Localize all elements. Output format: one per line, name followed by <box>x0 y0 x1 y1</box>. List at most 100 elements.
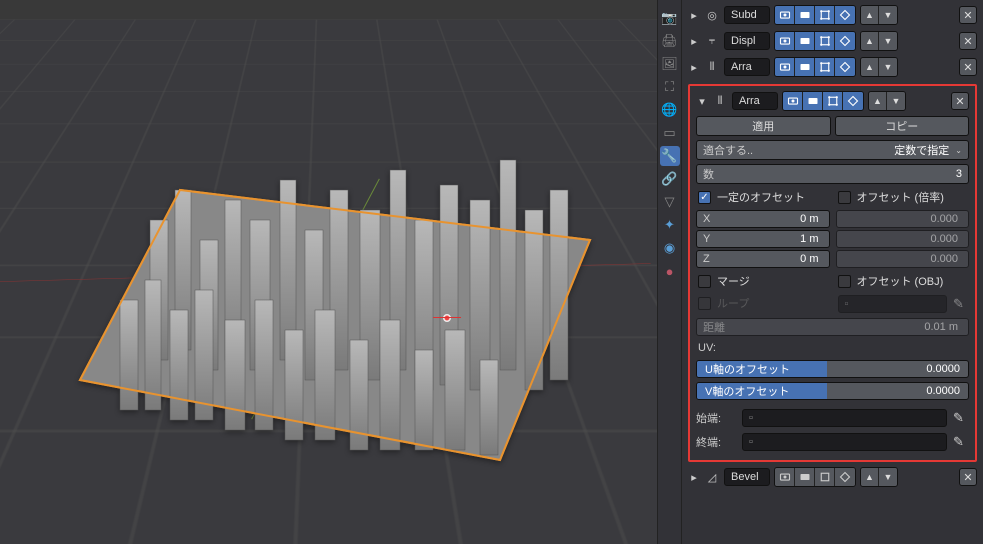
tab-modifiers[interactable]: 🔧 <box>660 146 680 166</box>
modifier-row-subd: ▸ ◎ Subd ▲ ▼ ✕ <box>688 4 977 26</box>
move-up[interactable]: ▲ <box>861 468 879 486</box>
reorder-arrows: ▲ ▼ <box>860 57 898 77</box>
reorder-arrows: ▲ ▼ <box>860 5 898 25</box>
move-down[interactable]: ▼ <box>879 58 897 76</box>
toggle-editmode[interactable] <box>815 32 835 50</box>
rel-offset-z-field[interactable]: 0.000 <box>836 250 970 268</box>
delete-modifier[interactable]: ✕ <box>951 92 969 110</box>
v-offset-slider[interactable]: V軸のオフセット 0.0000 <box>696 382 969 400</box>
toggle-render[interactable] <box>775 58 795 76</box>
move-up[interactable]: ▲ <box>861 58 879 76</box>
tab-scene[interactable]: ⛶ <box>660 77 680 97</box>
tab-physics[interactable]: ◉ <box>660 238 680 258</box>
expand-toggle[interactable]: ▸ <box>688 471 700 484</box>
delete-modifier[interactable]: ✕ <box>959 6 977 24</box>
toggle-render[interactable] <box>775 32 795 50</box>
delete-modifier[interactable]: ✕ <box>959 58 977 76</box>
expand-toggle[interactable]: ▸ <box>688 61 700 74</box>
move-down[interactable]: ▼ <box>887 92 905 110</box>
toggle-viewport[interactable] <box>795 58 815 76</box>
toggle-viewport[interactable] <box>795 468 815 486</box>
move-up[interactable]: ▲ <box>861 32 879 50</box>
u-offset-slider[interactable]: U軸のオフセット 0.0000 <box>696 360 969 378</box>
tab-object-data[interactable]: ▽ <box>660 192 680 212</box>
fit-value: 定数で指定 <box>753 142 949 158</box>
toggle-render[interactable] <box>783 92 803 110</box>
expand-toggle[interactable]: ▸ <box>688 9 700 22</box>
mesh-object[interactable] <box>60 100 620 480</box>
toggle-viewport[interactable] <box>795 6 815 24</box>
properties-panel: ▸ ◎ Subd ▲ ▼ ✕ ▸ ⫧ Displ ▲ ▼ ✕ <box>681 0 983 544</box>
toggle-cage[interactable] <box>835 6 855 24</box>
toggle-editmode[interactable] <box>815 468 835 486</box>
expand-toggle[interactable]: ▸ <box>688 35 700 48</box>
move-up[interactable]: ▲ <box>861 6 879 24</box>
tab-output[interactable]: 🖨 <box>660 31 680 51</box>
reorder-arrows: ▲ ▼ <box>868 91 906 111</box>
toggle-editmode[interactable] <box>815 58 835 76</box>
modifier-name-input[interactable]: Arra <box>732 92 778 110</box>
constant-offset-label: 一定のオフセット <box>717 189 805 205</box>
relative-offset-checkbox[interactable] <box>838 191 851 204</box>
rel-offset-y-field[interactable]: 0.000 <box>836 230 970 248</box>
toggle-cage[interactable] <box>835 468 855 486</box>
merge-checkbox[interactable] <box>698 275 711 288</box>
start-cap-field[interactable]: ▫ <box>742 409 947 427</box>
tab-world[interactable]: 🌐 <box>660 100 680 120</box>
modifier-name-input[interactable]: Arra <box>724 58 770 76</box>
merge-distance-field[interactable]: 距離 0.01 m <box>696 318 969 336</box>
move-down[interactable]: ▼ <box>879 32 897 50</box>
visibility-toggles <box>774 467 856 487</box>
merge-label: マージ <box>717 273 750 289</box>
tab-material[interactable]: ● <box>660 261 680 281</box>
toggle-cage[interactable] <box>835 32 855 50</box>
eyedropper-icon[interactable]: ✎ <box>953 296 969 312</box>
tab-render[interactable]: 📷 <box>660 8 680 28</box>
move-down[interactable]: ▼ <box>879 468 897 486</box>
tab-viewlayer[interactable]: 🖼 <box>660 54 680 74</box>
toggle-render[interactable] <box>775 6 795 24</box>
end-cap-field[interactable]: ▫ <box>742 433 947 451</box>
apply-button[interactable]: 適用 <box>696 116 831 136</box>
offset-z-field[interactable]: Z0 m <box>696 250 830 268</box>
eyedropper-icon[interactable]: ✎ <box>953 410 969 426</box>
toggle-cage[interactable] <box>835 58 855 76</box>
obj-offset-checkbox[interactable] <box>838 275 851 288</box>
offset-x-field[interactable]: X0 m <box>696 210 830 228</box>
delete-modifier[interactable]: ✕ <box>959 468 977 486</box>
toggle-editmode[interactable] <box>815 6 835 24</box>
toggle-cage[interactable] <box>843 92 863 110</box>
rel-offset-x-field[interactable]: 0.000 <box>836 210 970 228</box>
copy-button[interactable]: コピー <box>835 116 970 136</box>
loop-checkbox[interactable] <box>698 297 711 310</box>
fit-type-dropdown[interactable]: 適合する.. 定数で指定 ⌄ <box>696 140 969 160</box>
tab-object[interactable]: ▭ <box>660 123 680 143</box>
count-label: 数 <box>703 166 714 182</box>
tab-particles[interactable]: ✦ <box>660 215 680 235</box>
modifier-active-section: ▾ ⫴ Arra ▲ ▼ ✕ 適用 コピー 適合する.. 定数で指定 ⌄ <box>688 84 977 462</box>
tab-constraints[interactable]: 🔗 <box>660 169 680 189</box>
visibility-toggles <box>782 91 864 111</box>
fit-label: 適合する.. <box>703 142 753 158</box>
cursor-3d <box>437 308 457 328</box>
offset-y-field[interactable]: Y1 m <box>696 230 830 248</box>
modifier-name-input[interactable]: Bevel <box>724 468 770 486</box>
move-up[interactable]: ▲ <box>869 92 887 110</box>
toggle-editmode[interactable] <box>823 92 843 110</box>
obj-offset-field[interactable]: ▫ <box>838 295 948 313</box>
viewport-3d[interactable] <box>0 0 657 544</box>
count-field[interactable]: 数 3 <box>696 164 969 184</box>
toggle-viewport[interactable] <box>795 32 815 50</box>
delete-modifier[interactable]: ✕ <box>959 32 977 50</box>
modifier-name-input[interactable]: Subd <box>724 6 770 24</box>
object-icon: ▫ <box>749 436 753 448</box>
move-down[interactable]: ▼ <box>879 6 897 24</box>
toggle-render[interactable] <box>775 468 795 486</box>
eyedropper-icon[interactable]: ✎ <box>953 434 969 450</box>
reorder-arrows: ▲ ▼ <box>860 31 898 51</box>
modifier-row-arra2: ▾ ⫴ Arra ▲ ▼ ✕ <box>696 90 969 112</box>
toggle-viewport[interactable] <box>803 92 823 110</box>
constant-offset-checkbox[interactable]: ✓ <box>698 191 711 204</box>
expand-toggle[interactable]: ▾ <box>696 95 708 108</box>
modifier-name-input[interactable]: Displ <box>724 32 770 50</box>
